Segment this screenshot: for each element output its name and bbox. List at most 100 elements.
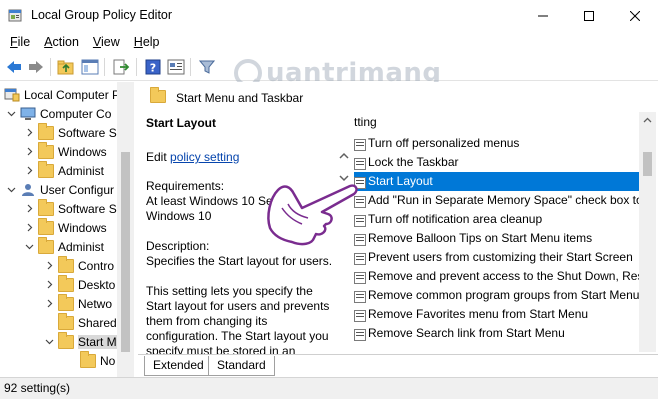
list-item[interactable]: Remove common program groups from Start …: [354, 286, 639, 305]
collapse-chevron-icon[interactable]: [6, 108, 17, 119]
list-item[interactable]: Remove Search link from Start Menu: [354, 324, 639, 343]
computer-policy-icon: [4, 88, 20, 101]
list-item[interactable]: Add "Run in Separate Memory Space" check…: [354, 191, 639, 210]
back-arrow-icon: [7, 61, 21, 73]
column-header-setting[interactable]: tting: [354, 112, 639, 132]
folder-icon: [38, 122, 54, 140]
properties-button[interactable]: [166, 57, 186, 77]
tree-item-user-administrative-templates[interactable]: Administ: [24, 236, 104, 256]
back-button[interactable]: [4, 57, 24, 77]
list-item[interactable]: Remove and prevent access to the Shut Do…: [354, 267, 639, 286]
expand-chevron-icon[interactable]: [44, 298, 55, 309]
tree-item-software-settings[interactable]: Software S: [24, 122, 117, 142]
tree-item-shared-folders[interactable]: Shared: [58, 312, 117, 332]
folder-icon: [38, 198, 54, 216]
expand-chevron-icon[interactable]: [24, 127, 35, 138]
folder-icon: [38, 141, 54, 159]
list-scrollbar[interactable]: [639, 112, 656, 352]
details-header-title: Start Menu and Taskbar: [176, 91, 304, 105]
tree-item-user-configuration[interactable]: User Configur: [6, 180, 114, 199]
folder-icon: [150, 87, 166, 103]
scroll-up-icon[interactable]: [336, 148, 352, 164]
edit-policy-setting-link[interactable]: policy setting: [170, 150, 239, 164]
forward-button[interactable]: [26, 57, 46, 77]
export-list-button[interactable]: [111, 57, 131, 77]
help-button[interactable]: ?: [143, 57, 163, 77]
hand-pointer-icon: [267, 184, 358, 246]
expand-chevron-icon[interactable]: [24, 165, 35, 176]
requirements-label: Requirements:: [146, 179, 225, 193]
tree-item-user-software-settings[interactable]: Software S: [24, 198, 117, 218]
expand-chevron-icon[interactable]: [44, 260, 55, 271]
list-item[interactable]: Turn off personalized menus: [354, 134, 639, 153]
policy-setting-icon: [354, 290, 366, 303]
tree-scrollbar-thumb[interactable]: [121, 152, 130, 352]
tab-standard[interactable]: Standard: [208, 356, 275, 376]
status-bar: 92 setting(s): [0, 377, 658, 399]
list-item[interactable]: Prevent users from customizing their Sta…: [354, 248, 639, 267]
list-item[interactable]: Remove Balloon Tips on Start Menu items: [354, 229, 639, 248]
list-item[interactable]: Remove Favorites menu from Start Menu: [354, 305, 639, 324]
scroll-up-button[interactable]: [639, 112, 656, 129]
folder-icon: [38, 217, 54, 235]
minimize-button[interactable]: [520, 0, 566, 31]
tab-extended[interactable]: Extended: [144, 356, 213, 376]
list-item[interactable]: Lock the Taskbar: [354, 153, 639, 172]
folder-icon: [80, 350, 96, 368]
close-button[interactable]: [612, 0, 658, 31]
show-hide-tree-button[interactable]: [80, 57, 100, 77]
window-title: Local Group Policy Editor: [31, 8, 173, 22]
tree-item-computer-configuration[interactable]: Computer Co: [6, 104, 111, 123]
tree-item-control-panel[interactable]: Contro: [44, 255, 114, 275]
menu-view[interactable]: View: [86, 32, 127, 52]
folder-icon: [38, 160, 54, 178]
policy-setting-icon: [354, 157, 366, 170]
tree-item-network[interactable]: Netwo: [44, 293, 112, 313]
scroll-up-icon: [643, 117, 652, 123]
tree-item-windows-settings[interactable]: Windows: [24, 141, 107, 161]
menu-help[interactable]: Help: [127, 32, 167, 52]
computer-icon: [20, 107, 36, 120]
status-text: 92 setting(s): [4, 381, 71, 395]
tree-item-desktop[interactable]: Deskto: [44, 274, 115, 294]
group-policy-app-icon: [8, 9, 22, 22]
tree-scrollbar[interactable]: [117, 82, 134, 377]
description-label: Description:: [146, 239, 210, 253]
folder-icon: [58, 331, 74, 349]
setting-name: Start Layout: [146, 116, 217, 130]
expand-chevron-icon[interactable]: [24, 146, 35, 157]
folder-up-icon: [57, 60, 74, 75]
filter-button[interactable]: [197, 57, 217, 77]
svg-text:?: ?: [150, 62, 156, 75]
edit-policy-line: Edit policy setting: [146, 150, 240, 164]
list-item-selected[interactable]: Start Layout: [354, 172, 639, 191]
tree-item-administrative-templates[interactable]: Administ: [24, 160, 104, 180]
expand-chevron-icon[interactable]: [24, 203, 35, 214]
menu-action[interactable]: Action: [37, 32, 86, 52]
forward-arrow-icon: [29, 61, 43, 73]
filter-icon: [199, 60, 215, 74]
menu-file[interactable]: File: [3, 32, 37, 52]
description-value: Specifies the Start layout for users.: [146, 254, 333, 268]
tree-item-user-windows-settings[interactable]: Windows: [24, 217, 107, 237]
list-scrollbar-thumb[interactable]: [643, 152, 652, 176]
help-icon: ?: [145, 59, 161, 75]
list-item[interactable]: Turn off notification area cleanup: [354, 210, 639, 229]
tree-item-start-menu-and-taskbar[interactable]: Start M: [44, 331, 117, 351]
up-folder-button[interactable]: [56, 57, 76, 77]
folder-icon: [58, 274, 74, 292]
folder-icon: [58, 293, 74, 311]
expand-chevron-icon[interactable]: [44, 279, 55, 290]
collapse-chevron-icon[interactable]: [44, 336, 55, 347]
tree-item-notifications[interactable]: No: [80, 350, 115, 370]
tree-item-local-computer-policy[interactable]: Local Computer P: [4, 85, 120, 104]
console-tree-icon: [81, 59, 99, 75]
expand-chevron-icon[interactable]: [24, 222, 35, 233]
folder-icon: [58, 312, 74, 330]
policy-setting-icon: [354, 309, 366, 322]
collapse-chevron-icon[interactable]: [24, 241, 35, 252]
collapse-chevron-icon[interactable]: [6, 184, 17, 195]
maximize-button[interactable]: [566, 0, 612, 31]
policy-setting-icon: [354, 271, 366, 284]
title-bar: Local Group Policy Editor: [0, 0, 658, 31]
